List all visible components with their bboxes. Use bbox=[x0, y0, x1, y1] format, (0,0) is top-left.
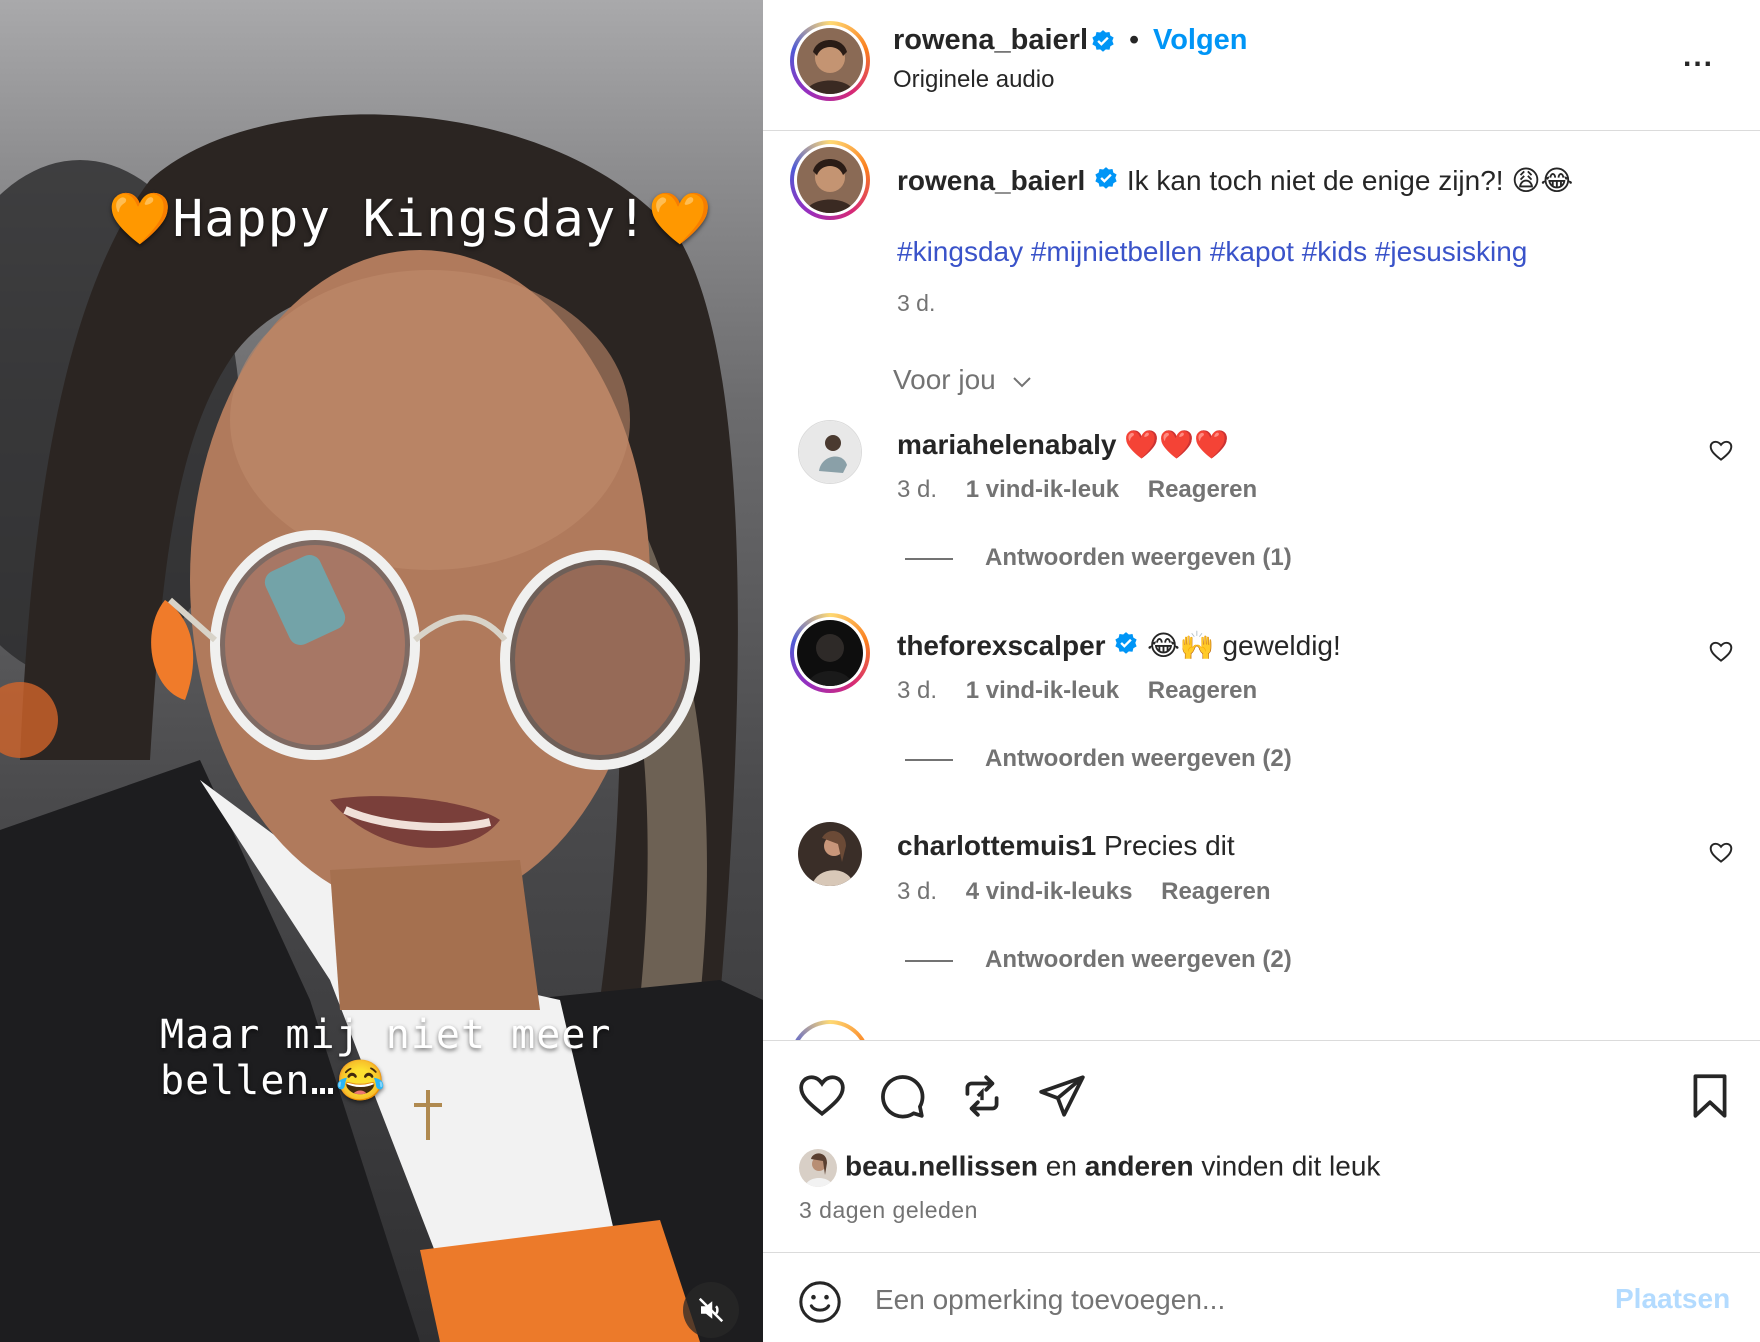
comment-body: 😂🙌 geweldig! bbox=[1147, 630, 1341, 661]
more-options-button[interactable]: ... bbox=[1683, 40, 1714, 74]
add-comment-bar: Plaatsen bbox=[763, 1252, 1760, 1342]
view-replies-label: Antwoorden weergeven (2) bbox=[985, 946, 1292, 973]
comment-input[interactable] bbox=[875, 1275, 1575, 1325]
comment-like-button[interactable] bbox=[1708, 639, 1734, 670]
heart-icon bbox=[1709, 842, 1733, 863]
commenter-avatar-partial[interactable] bbox=[790, 1020, 870, 1040]
paper-plane-icon bbox=[1039, 1075, 1085, 1117]
divider-line bbox=[905, 758, 953, 761]
verified-badge-icon bbox=[1090, 29, 1116, 60]
comment-text-line: charlottemuis1 Precies dit bbox=[897, 830, 1235, 862]
comment-text-line: mariahelenabaly ❤️❤️❤️ bbox=[897, 428, 1229, 461]
liker-username[interactable]: beau.nellissen bbox=[845, 1150, 1038, 1181]
view-replies-button[interactable]: Antwoorden weergeven (2) bbox=[905, 946, 1292, 974]
video-caption-top: 🧡Happy Kingsday!🧡 bbox=[108, 190, 713, 249]
view-replies-button[interactable]: Antwoorden weergeven (1) bbox=[905, 544, 1292, 572]
post-header: rowena_baierl • Volgen Originele audio .… bbox=[763, 0, 1760, 131]
like-button[interactable] bbox=[797, 1071, 847, 1126]
comment-text-line: theforexscalper 😂🙌 geweldig! bbox=[897, 629, 1341, 664]
view-replies-button[interactable]: Antwoorden weergeven (2) bbox=[905, 745, 1292, 773]
heart-icon bbox=[1709, 641, 1733, 662]
comment-sort-dropdown[interactable]: Voor jou bbox=[893, 364, 1034, 396]
divider-line bbox=[905, 557, 953, 560]
comment-meta: 3 d. 1 vind-ik-leuk Reageren bbox=[897, 677, 1279, 705]
post-comment-button[interactable]: Plaatsen bbox=[1615, 1283, 1730, 1315]
view-replies-label: Antwoorden weergeven (1) bbox=[985, 544, 1292, 571]
comment-time: 3 d. bbox=[897, 677, 938, 704]
reel-video[interactable]: 🧡Happy Kingsday!🧡 Maar mij niet meer bel… bbox=[0, 0, 763, 1342]
comment-like-button[interactable] bbox=[1708, 438, 1734, 469]
liker-avatar bbox=[799, 1149, 837, 1187]
comment-likes[interactable]: 1 vind-ik-leuk bbox=[966, 677, 1119, 704]
commenter-avatar[interactable] bbox=[798, 420, 862, 484]
heart-icon bbox=[1709, 440, 1733, 461]
speaker-muted-icon bbox=[698, 1297, 724, 1323]
reply-button[interactable]: Reageren bbox=[1148, 677, 1257, 704]
video-caption-bottom: Maar mij niet meer bellen…😂 bbox=[160, 1012, 612, 1104]
caption-time: 3 d. bbox=[897, 290, 936, 316]
comment-like-button[interactable] bbox=[1708, 840, 1734, 871]
likes-summary[interactable]: beau.nellissen en anderen vinden dit leu… bbox=[799, 1149, 1380, 1187]
divider-line bbox=[905, 959, 953, 962]
comment-time: 3 d. bbox=[897, 476, 938, 503]
mute-button[interactable] bbox=[683, 1282, 739, 1338]
comment-body: ❤️❤️❤️ bbox=[1124, 429, 1229, 460]
post-actions: beau.nellissen en anderen vinden dit leu… bbox=[763, 1040, 1760, 1252]
commenter-avatar[interactable] bbox=[798, 822, 862, 886]
caption-text: Ik kan toch niet de enige zijn?! 😩😂 bbox=[1126, 165, 1574, 196]
chevron-down-icon bbox=[1012, 376, 1031, 388]
emoji-button[interactable] bbox=[797, 1279, 843, 1330]
comment-username[interactable]: theforexscalper bbox=[897, 630, 1106, 661]
reply-button[interactable]: Reageren bbox=[1148, 476, 1257, 503]
comment-meta: 3 d. 1 vind-ik-leuk Reageren bbox=[897, 476, 1279, 504]
repost-button[interactable] bbox=[957, 1071, 1007, 1126]
comment-sort-label: Voor jou bbox=[893, 364, 996, 395]
verified-badge-icon bbox=[1093, 166, 1119, 199]
caption-username[interactable]: rowena_baierl bbox=[897, 165, 1085, 196]
comment-username[interactable]: mariahelenabaly bbox=[897, 429, 1116, 460]
save-button[interactable] bbox=[1685, 1071, 1735, 1126]
comment-likes[interactable]: 1 vind-ik-leuk bbox=[966, 476, 1119, 503]
comment-time: 3 d. bbox=[897, 878, 938, 905]
likes-and: en bbox=[1045, 1150, 1077, 1182]
likes-suffix: vinden dit leuk bbox=[1201, 1150, 1381, 1182]
author-username[interactable]: rowena_baierl bbox=[893, 24, 1088, 57]
caption-hashtags[interactable]: #kingsday #mijnietbellen #kapot #kids #j… bbox=[897, 236, 1527, 268]
comment-username[interactable]: charlottemuis1 bbox=[897, 830, 1096, 861]
comment-likes[interactable]: 4 vind-ik-leuks bbox=[966, 878, 1133, 905]
comment-bubble-icon bbox=[881, 1075, 925, 1119]
share-button[interactable] bbox=[1037, 1071, 1087, 1126]
post-caption: rowena_baierl Ik kan toch niet de enige … bbox=[897, 164, 1697, 199]
follow-button[interactable]: Volgen bbox=[1153, 24, 1248, 57]
post-timestamp: 3 dagen geleden bbox=[799, 1197, 978, 1223]
caption-author-avatar[interactable] bbox=[790, 140, 870, 220]
view-replies-label: Antwoorden weergeven (2) bbox=[985, 745, 1292, 772]
heart-icon bbox=[799, 1075, 845, 1117]
author-avatar[interactable] bbox=[790, 21, 870, 101]
reply-button[interactable]: Reageren bbox=[1161, 878, 1270, 905]
repost-icon bbox=[965, 1075, 999, 1117]
commenter-avatar[interactable] bbox=[790, 613, 870, 693]
post-details-panel: rowena_baierl • Volgen Originele audio .… bbox=[763, 0, 1760, 1342]
verified-badge-icon bbox=[1113, 631, 1139, 664]
separator-dot: • bbox=[1129, 24, 1140, 56]
likes-others[interactable]: anderen bbox=[1085, 1150, 1194, 1181]
comments-list: rowena_baierl Ik kan toch niet de enige … bbox=[763, 132, 1760, 1040]
audio-link[interactable]: Originele audio bbox=[893, 66, 1054, 94]
comment-button[interactable] bbox=[877, 1071, 927, 1126]
comment-meta: 3 d. 4 vind-ik-leuks Reageren bbox=[897, 878, 1293, 906]
bookmark-icon bbox=[1693, 1074, 1727, 1118]
comment-body: Precies dit bbox=[1103, 830, 1235, 861]
smiley-icon bbox=[799, 1281, 841, 1323]
